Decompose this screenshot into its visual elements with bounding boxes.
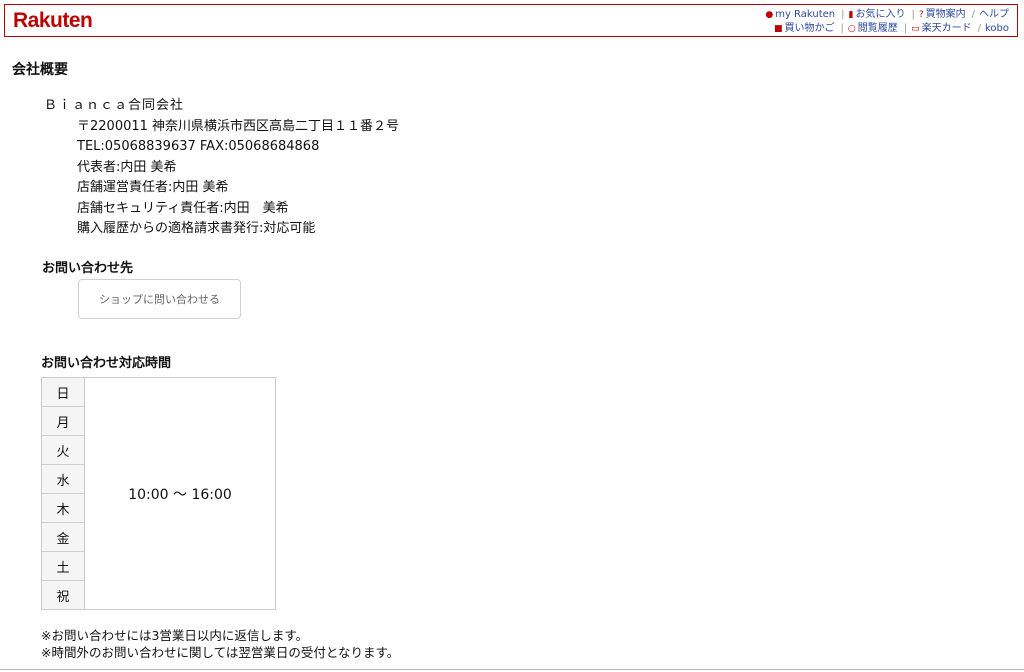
nav-separator: | (841, 9, 845, 20)
cart-label: 買い物かご (784, 23, 835, 34)
day-thursday: 木 (41, 493, 85, 523)
site-header: Rakuten ● my Rakuten | ▮ お気に入り | ? 買物案内 / ヘ… (4, 4, 1018, 37)
nav-separator: | (911, 9, 915, 20)
page-title: 会社概要 (12, 62, 68, 78)
nav-separator: | (903, 23, 908, 34)
rakuten-card-label: 楽天カード (921, 23, 972, 34)
day-holiday: 祝 (41, 580, 85, 610)
invoice-issuance: 購入履歴からの適格請求書発行:対応可能 (77, 221, 316, 236)
nav-slash: / (977, 23, 981, 34)
day-tuesday: 火 (41, 435, 85, 465)
after-hours-note: ※時間外のお問い合わせに関しては翌営業日の受付となります。 (41, 645, 400, 660)
company-info: Ｂｉａｎｃａ合同会社 〒2200011 神奈川県横浜市西区高島二丁目１１番２号 … (44, 96, 399, 240)
rakuten-card-link[interactable]: ▭ 楽天カード (911, 22, 972, 36)
hours-heading: お問い合わせ対応時間 (41, 356, 172, 371)
shopping-guide-label: 買物案内 (925, 9, 966, 20)
header-nav: ● my Rakuten | ▮ お気に入り | ? 買物案内 / ヘルプ ■ 買い物か… (761, 8, 1009, 36)
company-representative: 代表者:内田 美希 (77, 159, 177, 175)
person-icon: ● (765, 10, 774, 20)
cart-icon: ■ (773, 24, 783, 34)
day-saturday: 土 (41, 551, 85, 581)
hours-time: 10:00 ～ 16:00 (84, 377, 276, 610)
day-monday: 月 (41, 406, 85, 436)
history-label: 閲覧履歴 (857, 23, 898, 34)
day-sunday: 日 (41, 377, 85, 407)
kobo-link[interactable]: kobo (985, 22, 1009, 36)
help-link[interactable]: ヘルプ (979, 8, 1009, 22)
my-rakuten-label: my Rakuten (775, 9, 836, 20)
day-friday: 金 (41, 522, 85, 552)
company-address: 〒2200011 神奈川県横浜市西区高島二丁目１１番２号 (77, 118, 400, 134)
store-manager: 店舗運営責任者:内田 美希 (77, 180, 229, 195)
company-name: Ｂｉａｎｃａ合同会社 (44, 98, 185, 113)
nav-separator: | (840, 23, 844, 34)
reply-note: ※お問い合わせには3営業日以内に返信します。 (41, 628, 309, 643)
question-icon: ? (918, 10, 924, 20)
contact-shop-button[interactable]: ショップに問い合わせる (78, 279, 241, 319)
cart-link[interactable]: ■ 買い物かご (774, 22, 835, 36)
card-icon: ▭ (911, 24, 920, 34)
history-link[interactable]: ○ 閲覧履歴 (848, 22, 898, 36)
bookmark-icon: ▮ (848, 10, 854, 20)
search-icon: ○ (847, 24, 856, 34)
header-nav-row-2: ■ 買い物かご | ○ 閲覧履歴 | ▭ 楽天カード / kobo (761, 22, 1009, 36)
hours-table: 日 10:00 ～ 16:00 月 火 水 木 金 土 祝 (41, 377, 276, 610)
company-phone-fax: TEL:05068839637 FAX:05068684868 (77, 139, 320, 154)
favorites-link[interactable]: ▮ お気に入り (849, 8, 906, 22)
divider (0, 669, 1024, 670)
security-manager: 店舗セキュリティ責任者:内田 美希 (77, 200, 289, 216)
table-row: 日 10:00 ～ 16:00 (41, 377, 276, 610)
favorites-label: お気に入り (855, 9, 906, 20)
contact-heading: お問い合わせ先 (42, 261, 134, 276)
notes: ※お問い合わせには3営業日以内に返信します。 ※時間外のお問い合わせに関しては翌… (41, 627, 399, 661)
header-nav-row-1: ● my Rakuten | ▮ お気に入り | ? 買物案内 / ヘルプ (761, 8, 1009, 22)
nav-slash: / (971, 9, 975, 20)
shopping-guide-link[interactable]: ? 買物案内 (919, 8, 966, 22)
rakuten-logo[interactable]: Rakuten (13, 9, 93, 33)
my-rakuten-link[interactable]: ● my Rakuten (765, 8, 835, 22)
day-wednesday: 水 (41, 464, 85, 494)
